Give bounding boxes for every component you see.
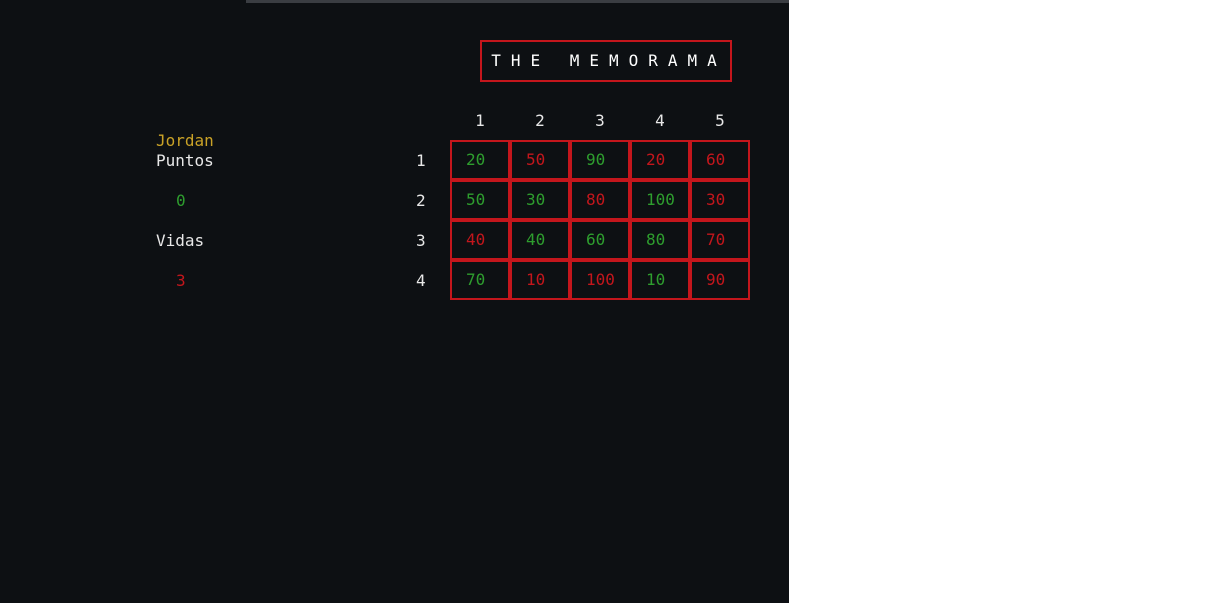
board-cell-r2-c2[interactable]: 30: [510, 180, 570, 220]
board-cell-r4-c1[interactable]: 70: [450, 260, 510, 300]
column-header-2: 2: [535, 111, 545, 130]
row-header-1: 1: [416, 151, 426, 170]
board-cell-r4-c3[interactable]: 100: [570, 260, 630, 300]
board-cell-r1-c3[interactable]: 90: [570, 140, 630, 180]
board-cell-r2-c4[interactable]: 100: [630, 180, 690, 220]
column-header-5: 5: [715, 111, 725, 130]
board-cell-r3-c1[interactable]: 40: [450, 220, 510, 260]
column-header-1: 1: [475, 111, 485, 130]
lives-label: Vidas: [156, 231, 205, 250]
window-top-edge: [246, 0, 789, 3]
board-cell-r3-c3[interactable]: 60: [570, 220, 630, 260]
player-name: Jordan: [156, 131, 214, 150]
game-title: THE MEMORAMA: [491, 51, 727, 70]
board-cell-r3-c5[interactable]: 70: [690, 220, 750, 260]
board-cell-r1-c2[interactable]: 50: [510, 140, 570, 180]
points-value: 0: [176, 191, 186, 210]
board-cell-r4-c5[interactable]: 90: [690, 260, 750, 300]
board-cell-r4-c2[interactable]: 10: [510, 260, 570, 300]
board-cell-r3-c4[interactable]: 80: [630, 220, 690, 260]
points-label: Puntos: [156, 151, 214, 170]
column-header-3: 3: [595, 111, 605, 130]
board-cell-r2-c1[interactable]: 50: [450, 180, 510, 220]
lives-value: 3: [176, 271, 186, 290]
row-header-3: 3: [416, 231, 426, 250]
board-cell-r2-c3[interactable]: 80: [570, 180, 630, 220]
board-cell-r1-c5[interactable]: 60: [690, 140, 750, 180]
column-header-4: 4: [655, 111, 665, 130]
row-header-2: 2: [416, 191, 426, 210]
memory-board: 20 50 90 20 60 50 30 80 100 30 40 40 60 80 70 70 10 100 10…: [450, 140, 752, 302]
board-cell-r4-c4[interactable]: 10: [630, 260, 690, 300]
board-cell-r2-c5[interactable]: 30: [690, 180, 750, 220]
board-cell-r1-c1[interactable]: 20: [450, 140, 510, 180]
row-header-4: 4: [416, 271, 426, 290]
board-cell-r1-c4[interactable]: 20: [630, 140, 690, 180]
title-box: THE MEMORAMA: [480, 40, 732, 82]
terminal-window: THE MEMORAMA Jordan Puntos 0 Vidas 3 20 5…: [0, 0, 789, 603]
board-cell-r3-c2[interactable]: 40: [510, 220, 570, 260]
